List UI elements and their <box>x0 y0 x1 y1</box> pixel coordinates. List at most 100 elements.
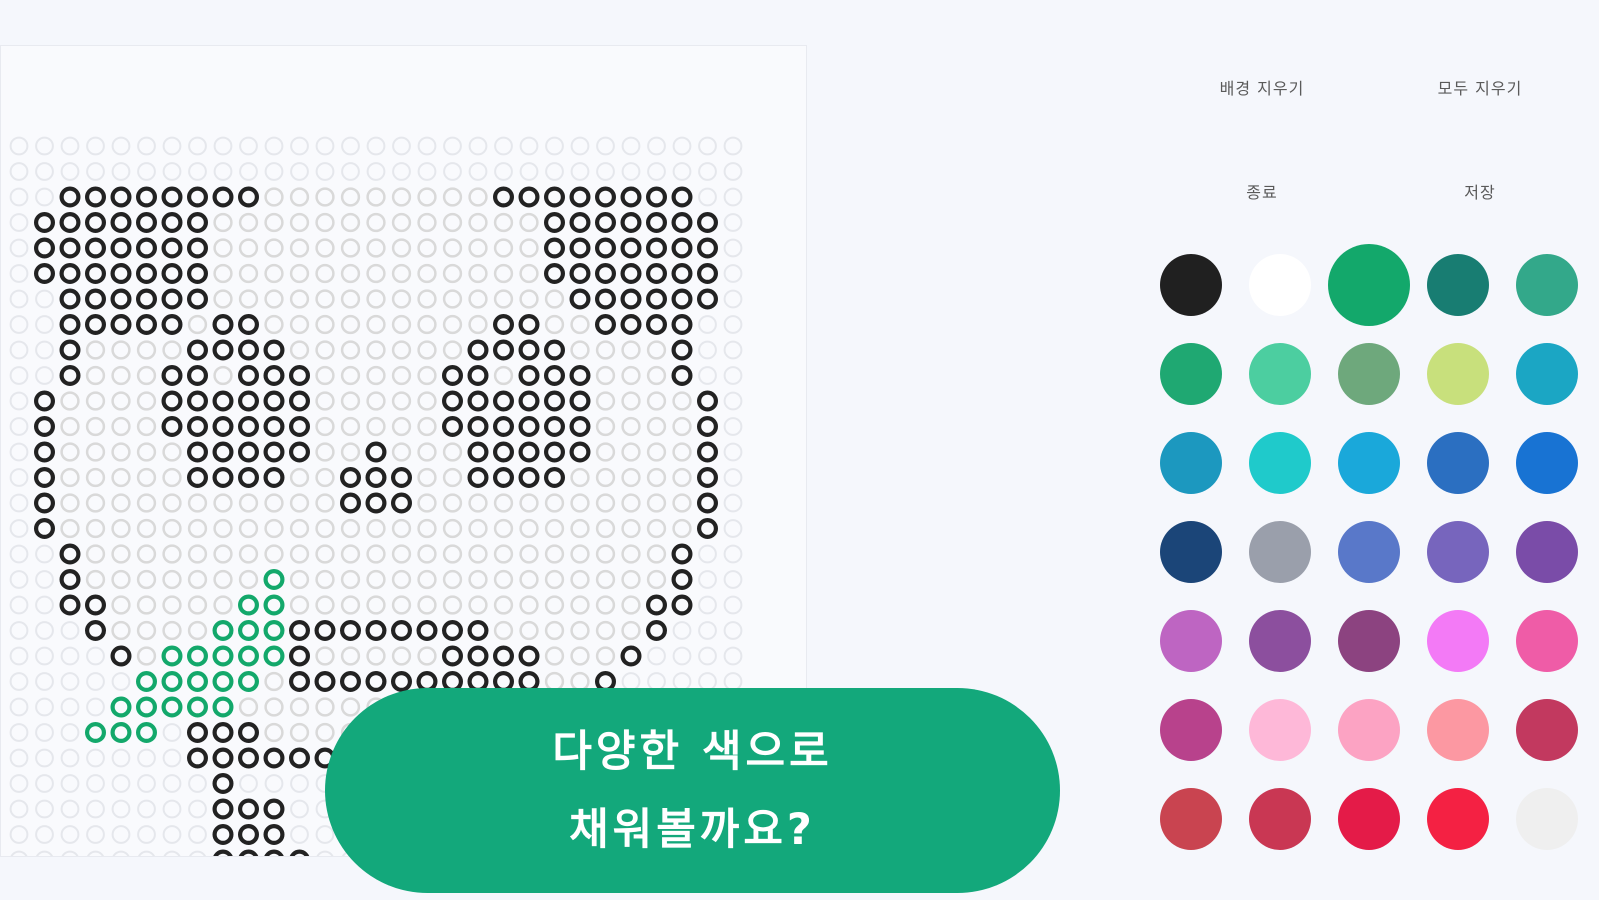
bead-black[interactable] <box>340 467 362 489</box>
bead-peg-empty[interactable] <box>9 366 29 385</box>
bead-black[interactable] <box>84 237 106 259</box>
bead-black[interactable] <box>645 237 667 259</box>
bead-peg-face[interactable] <box>238 289 259 309</box>
color-swatch[interactable] <box>1160 610 1222 672</box>
bead-peg-empty[interactable] <box>698 570 717 589</box>
bead-peg-empty[interactable] <box>60 748 80 768</box>
bead-black[interactable] <box>33 212 55 234</box>
bead-peg-face[interactable] <box>366 340 386 360</box>
bead-peg-empty[interactable] <box>366 136 386 156</box>
bead-black[interactable] <box>238 390 260 412</box>
bead-black[interactable] <box>340 492 362 514</box>
bead-black[interactable] <box>391 467 413 489</box>
bead-black[interactable] <box>543 339 565 361</box>
bead-black[interactable] <box>365 441 387 463</box>
bead-peg-empty[interactable] <box>723 162 743 181</box>
bead-peg-face[interactable] <box>111 595 131 615</box>
bead-peg-face[interactable] <box>136 518 157 539</box>
bead-peg-empty[interactable] <box>9 672 29 691</box>
bead-black[interactable] <box>518 365 540 387</box>
bead-black[interactable] <box>289 390 311 412</box>
bead-peg-empty[interactable] <box>9 799 29 819</box>
bead-peg-face[interactable] <box>289 493 310 513</box>
bead-peg-empty[interactable] <box>723 595 743 615</box>
bead-peg-face[interactable] <box>595 595 616 615</box>
bead-peg-empty[interactable] <box>723 468 743 487</box>
bead-black[interactable] <box>59 314 81 336</box>
bead-black[interactable] <box>187 467 209 489</box>
bead-peg-face[interactable] <box>519 263 539 284</box>
bead-black[interactable] <box>110 186 132 208</box>
bead-black[interactable] <box>645 288 667 310</box>
bead-peg-face[interactable] <box>213 544 233 564</box>
bead-peg-empty[interactable] <box>723 187 743 207</box>
bead-black[interactable] <box>187 212 209 234</box>
bead-peg-empty[interactable] <box>698 340 717 360</box>
bead-black[interactable] <box>442 645 464 667</box>
bead-peg-empty[interactable] <box>9 417 29 436</box>
bead-peg-empty[interactable] <box>723 646 743 666</box>
bead-black[interactable] <box>187 288 209 310</box>
bead-green[interactable] <box>238 670 260 692</box>
bead-peg-face[interactable] <box>340 289 361 309</box>
bead-peg-face[interactable] <box>366 646 386 666</box>
bead-peg-empty[interactable] <box>60 646 80 666</box>
bead-peg-empty[interactable] <box>9 391 29 411</box>
bead-peg-face[interactable] <box>264 187 284 207</box>
bead-peg-empty[interactable] <box>188 850 207 856</box>
bead-peg-face[interactable] <box>213 289 233 309</box>
bead-peg-face[interactable] <box>468 263 488 284</box>
bead-peg-empty[interactable] <box>86 697 105 717</box>
bead-peg-face[interactable] <box>315 263 335 284</box>
bead-black[interactable] <box>136 314 158 336</box>
bead-peg-face[interactable] <box>442 238 463 258</box>
bead-peg-face[interactable] <box>289 544 310 564</box>
bead-peg-face[interactable] <box>621 544 641 564</box>
bead-peg-empty[interactable] <box>163 850 181 856</box>
bead-black[interactable] <box>493 441 515 463</box>
bead-black[interactable] <box>212 721 234 743</box>
bead-peg-empty[interactable] <box>723 570 743 589</box>
clear-background-button[interactable]: 배경 지우기 <box>1182 74 1342 104</box>
bead-peg-face[interactable] <box>60 442 80 462</box>
bead-peg-face[interactable] <box>570 340 590 360</box>
bead-peg-empty[interactable] <box>111 162 131 181</box>
bead-peg-face[interactable] <box>595 365 616 386</box>
bead-peg-face[interactable] <box>366 365 386 386</box>
bead-peg-face[interactable] <box>213 518 233 539</box>
bead-peg-face[interactable] <box>111 518 131 539</box>
bead-black[interactable] <box>442 365 464 387</box>
bead-peg-empty[interactable] <box>570 136 590 156</box>
bead-peg-face[interactable] <box>315 365 335 386</box>
bead-peg-empty[interactable] <box>672 621 692 640</box>
bead-peg-empty[interactable] <box>60 621 80 640</box>
bead-peg-face[interactable] <box>289 238 310 258</box>
bead-peg-empty[interactable] <box>9 748 29 768</box>
bead-peg-empty[interactable] <box>162 136 182 156</box>
bead-peg-empty[interactable] <box>188 825 207 844</box>
bead-black[interactable] <box>467 365 489 387</box>
bead-peg-empty[interactable] <box>723 366 743 385</box>
bead-black[interactable] <box>110 263 132 285</box>
bead-peg-face[interactable] <box>672 416 692 437</box>
bead-peg-empty[interactable] <box>111 672 131 691</box>
bead-peg-empty[interactable] <box>111 825 131 844</box>
bead-peg-empty[interactable] <box>519 162 539 181</box>
bead-black[interactable] <box>620 237 642 259</box>
bead-peg-empty[interactable] <box>723 621 743 640</box>
bead-black[interactable] <box>59 186 81 208</box>
bead-peg-face[interactable] <box>111 467 131 488</box>
bead-black[interactable] <box>340 670 362 692</box>
color-swatch[interactable] <box>1249 788 1311 850</box>
bead-peg-face[interactable] <box>136 365 157 386</box>
bead-peg-empty[interactable] <box>315 136 335 156</box>
bead-black[interactable] <box>289 670 311 692</box>
bead-black[interactable] <box>238 798 260 820</box>
bead-peg-face[interactable] <box>595 518 616 539</box>
bead-peg-empty[interactable] <box>61 850 79 856</box>
bead-peg-face[interactable] <box>187 544 208 564</box>
bead-peg-face[interactable] <box>264 697 284 717</box>
bead-peg-empty[interactable] <box>35 595 54 615</box>
bead-peg-face[interactable] <box>646 365 667 386</box>
bead-peg-face[interactable] <box>570 646 590 666</box>
